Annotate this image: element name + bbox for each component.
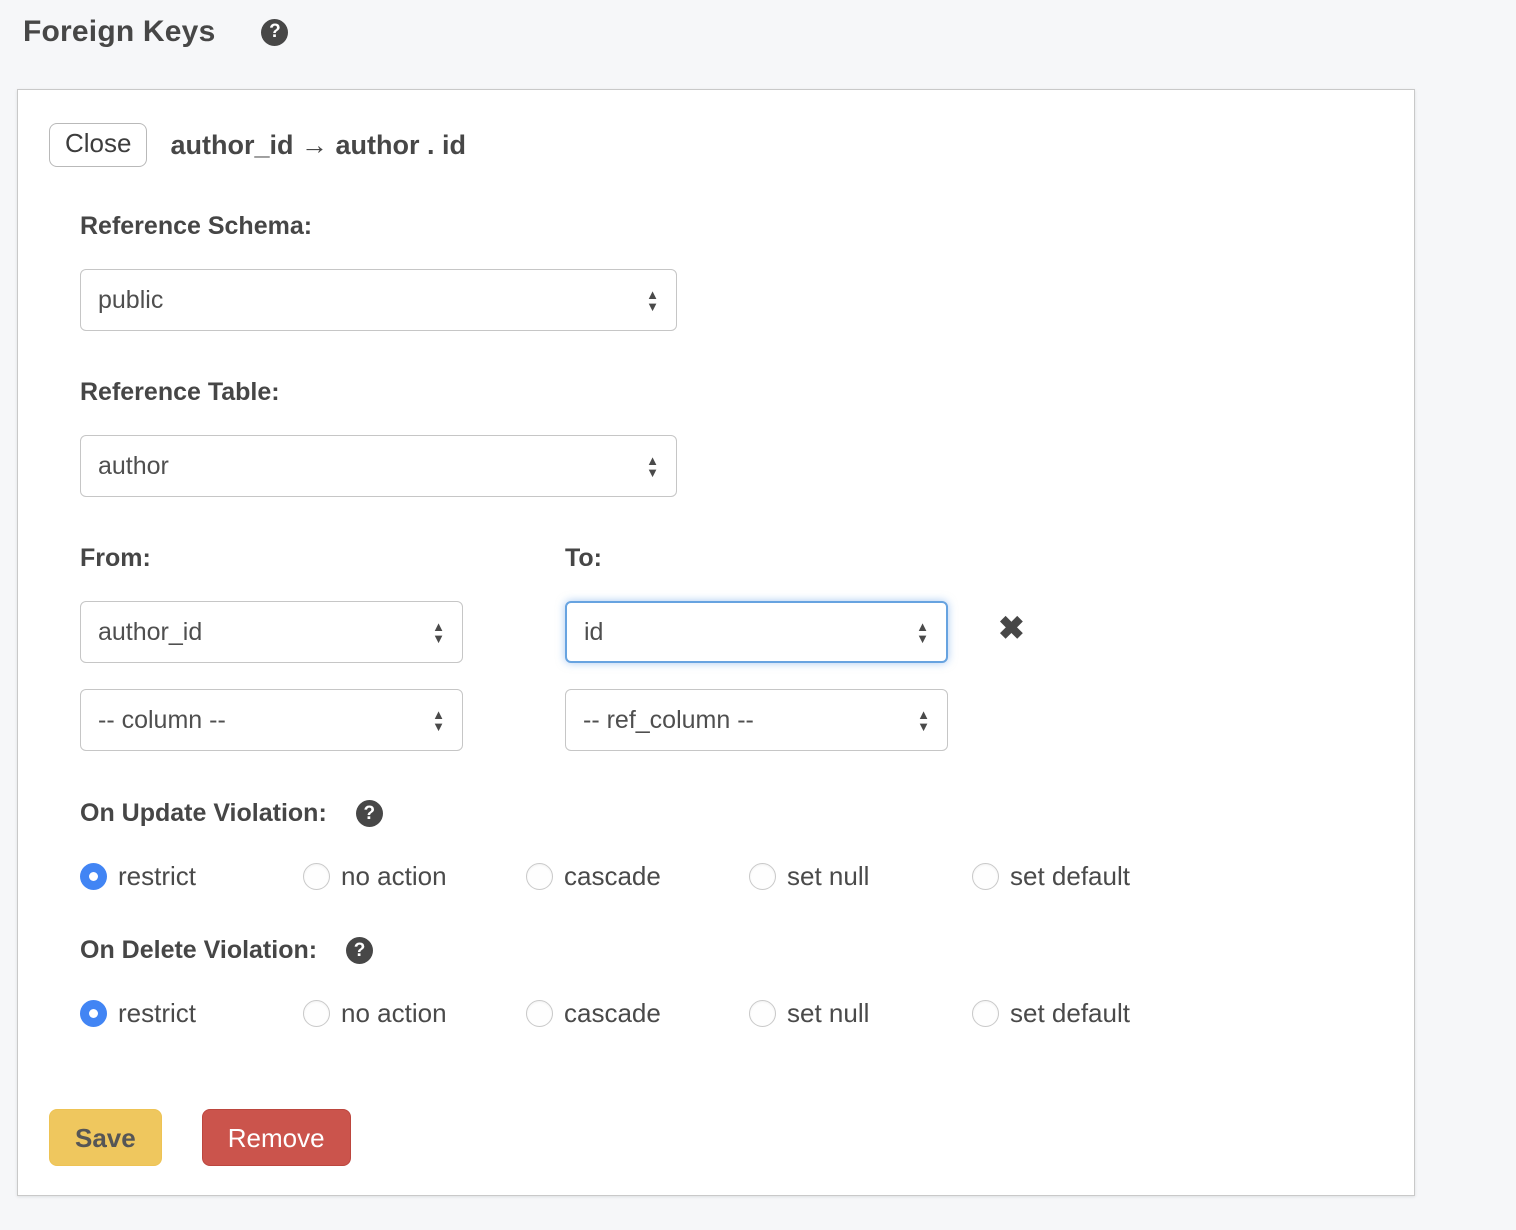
- from-to-mapping-row: From: author_id ▲▼ -- column -- ▲▼ To:: [80, 546, 1382, 751]
- radio-label: restrict: [118, 861, 196, 892]
- radio-label: cascade: [564, 998, 661, 1029]
- radio-unselected-icon[interactable]: [749, 863, 776, 890]
- select-arrows-icon: ▲▼: [917, 708, 930, 732]
- from-add-column-select[interactable]: -- column -- ▲▼: [80, 689, 463, 751]
- on-update-option-no-action[interactable]: no action: [303, 861, 526, 892]
- page-title: Foreign Keys: [23, 15, 215, 49]
- foreign-key-form: Reference Schema: public ▲▼ Reference Ta…: [80, 214, 1382, 1025]
- radio-label: set null: [787, 998, 869, 1029]
- radio-label: set default: [1010, 861, 1130, 892]
- on-update-help-icon[interactable]: ?: [356, 800, 383, 827]
- from-add-column-value: -- column --: [98, 706, 226, 735]
- remove-button[interactable]: Remove: [202, 1109, 351, 1166]
- radio-unselected-icon[interactable]: [749, 1000, 776, 1027]
- on-update-radio-group: restrict no action cascade set null set …: [80, 861, 1382, 888]
- radio-unselected-icon[interactable]: [972, 863, 999, 890]
- on-delete-option-no-action[interactable]: no action: [303, 998, 526, 1029]
- reference-schema-value: public: [98, 286, 163, 315]
- to-label: To:: [565, 546, 948, 571]
- select-arrows-icon: ▲▼: [916, 620, 929, 644]
- page-header: Foreign Keys ?: [0, 0, 1516, 48]
- from-label: From:: [80, 546, 463, 571]
- foreign-key-editor-panel: Close author_id → author . id Reference …: [17, 89, 1415, 1196]
- radio-label: set default: [1010, 998, 1130, 1029]
- select-arrows-icon: ▲▼: [432, 620, 445, 644]
- on-delete-violation-label: On Delete Violation:: [80, 938, 317, 963]
- on-update-violation-label: On Update Violation:: [80, 801, 327, 826]
- from-column-value: author_id: [98, 618, 202, 647]
- radio-label: no action: [341, 998, 447, 1029]
- from-column-group: From: author_id ▲▼ -- column -- ▲▼: [80, 546, 463, 751]
- reference-table-label: Reference Table:: [80, 380, 1382, 405]
- on-update-violation-header: On Update Violation: ?: [80, 800, 1382, 827]
- select-arrows-icon: ▲▼: [432, 708, 445, 732]
- foreign-keys-help-icon[interactable]: ?: [261, 19, 288, 46]
- reference-table-select[interactable]: author ▲▼: [80, 435, 677, 497]
- from-column-select[interactable]: author_id ▲▼: [80, 601, 463, 663]
- on-update-option-cascade[interactable]: cascade: [526, 861, 749, 892]
- radio-selected-icon[interactable]: [80, 1000, 107, 1027]
- on-delete-option-restrict[interactable]: restrict: [80, 998, 303, 1029]
- radio-unselected-icon[interactable]: [972, 1000, 999, 1027]
- to-ref-column-value: id: [584, 618, 603, 647]
- on-delete-violation-header: On Delete Violation: ?: [80, 937, 1382, 964]
- close-button[interactable]: Close: [49, 123, 147, 166]
- radio-label: restrict: [118, 998, 196, 1029]
- radio-label: no action: [341, 861, 447, 892]
- save-button[interactable]: Save: [49, 1109, 162, 1166]
- to-column-group: To: id ▲▼ -- ref_column -- ▲▼: [565, 546, 948, 751]
- reference-schema-label: Reference Schema:: [80, 214, 1382, 239]
- action-buttons-row: Save Remove: [49, 1109, 1382, 1166]
- radio-label: set null: [787, 861, 869, 892]
- on-update-option-set-default[interactable]: set default: [972, 861, 1195, 892]
- radio-selected-icon[interactable]: [80, 863, 107, 890]
- radio-unselected-icon[interactable]: [303, 863, 330, 890]
- reference-table-value: author: [98, 452, 169, 481]
- on-delete-option-set-null[interactable]: set null: [749, 998, 972, 1029]
- radio-label: cascade: [564, 861, 661, 892]
- to-add-ref-column-value: -- ref_column --: [583, 706, 754, 735]
- radio-unselected-icon[interactable]: [526, 1000, 553, 1027]
- to-ref-column-select[interactable]: id ▲▼: [565, 601, 948, 663]
- radio-unselected-icon[interactable]: [303, 1000, 330, 1027]
- to-add-ref-column-select[interactable]: -- ref_column -- ▲▼: [565, 689, 948, 751]
- reference-schema-select[interactable]: public ▲▼: [80, 269, 677, 331]
- remove-mapping-icon[interactable]: ✖: [998, 546, 1025, 751]
- on-delete-option-cascade[interactable]: cascade: [526, 998, 749, 1029]
- select-arrows-icon: ▲▼: [646, 288, 659, 312]
- foreign-key-heading: author_id → author . id: [170, 130, 466, 161]
- select-arrows-icon: ▲▼: [646, 454, 659, 478]
- on-update-option-set-null[interactable]: set null: [749, 861, 972, 892]
- on-delete-radio-group: restrict no action cascade set null set …: [80, 998, 1382, 1025]
- panel-header-row: Close author_id → author . id: [49, 123, 1382, 167]
- on-delete-option-set-default[interactable]: set default: [972, 998, 1195, 1029]
- on-update-option-restrict[interactable]: restrict: [80, 861, 303, 892]
- radio-unselected-icon[interactable]: [526, 863, 553, 890]
- on-delete-help-icon[interactable]: ?: [346, 937, 373, 964]
